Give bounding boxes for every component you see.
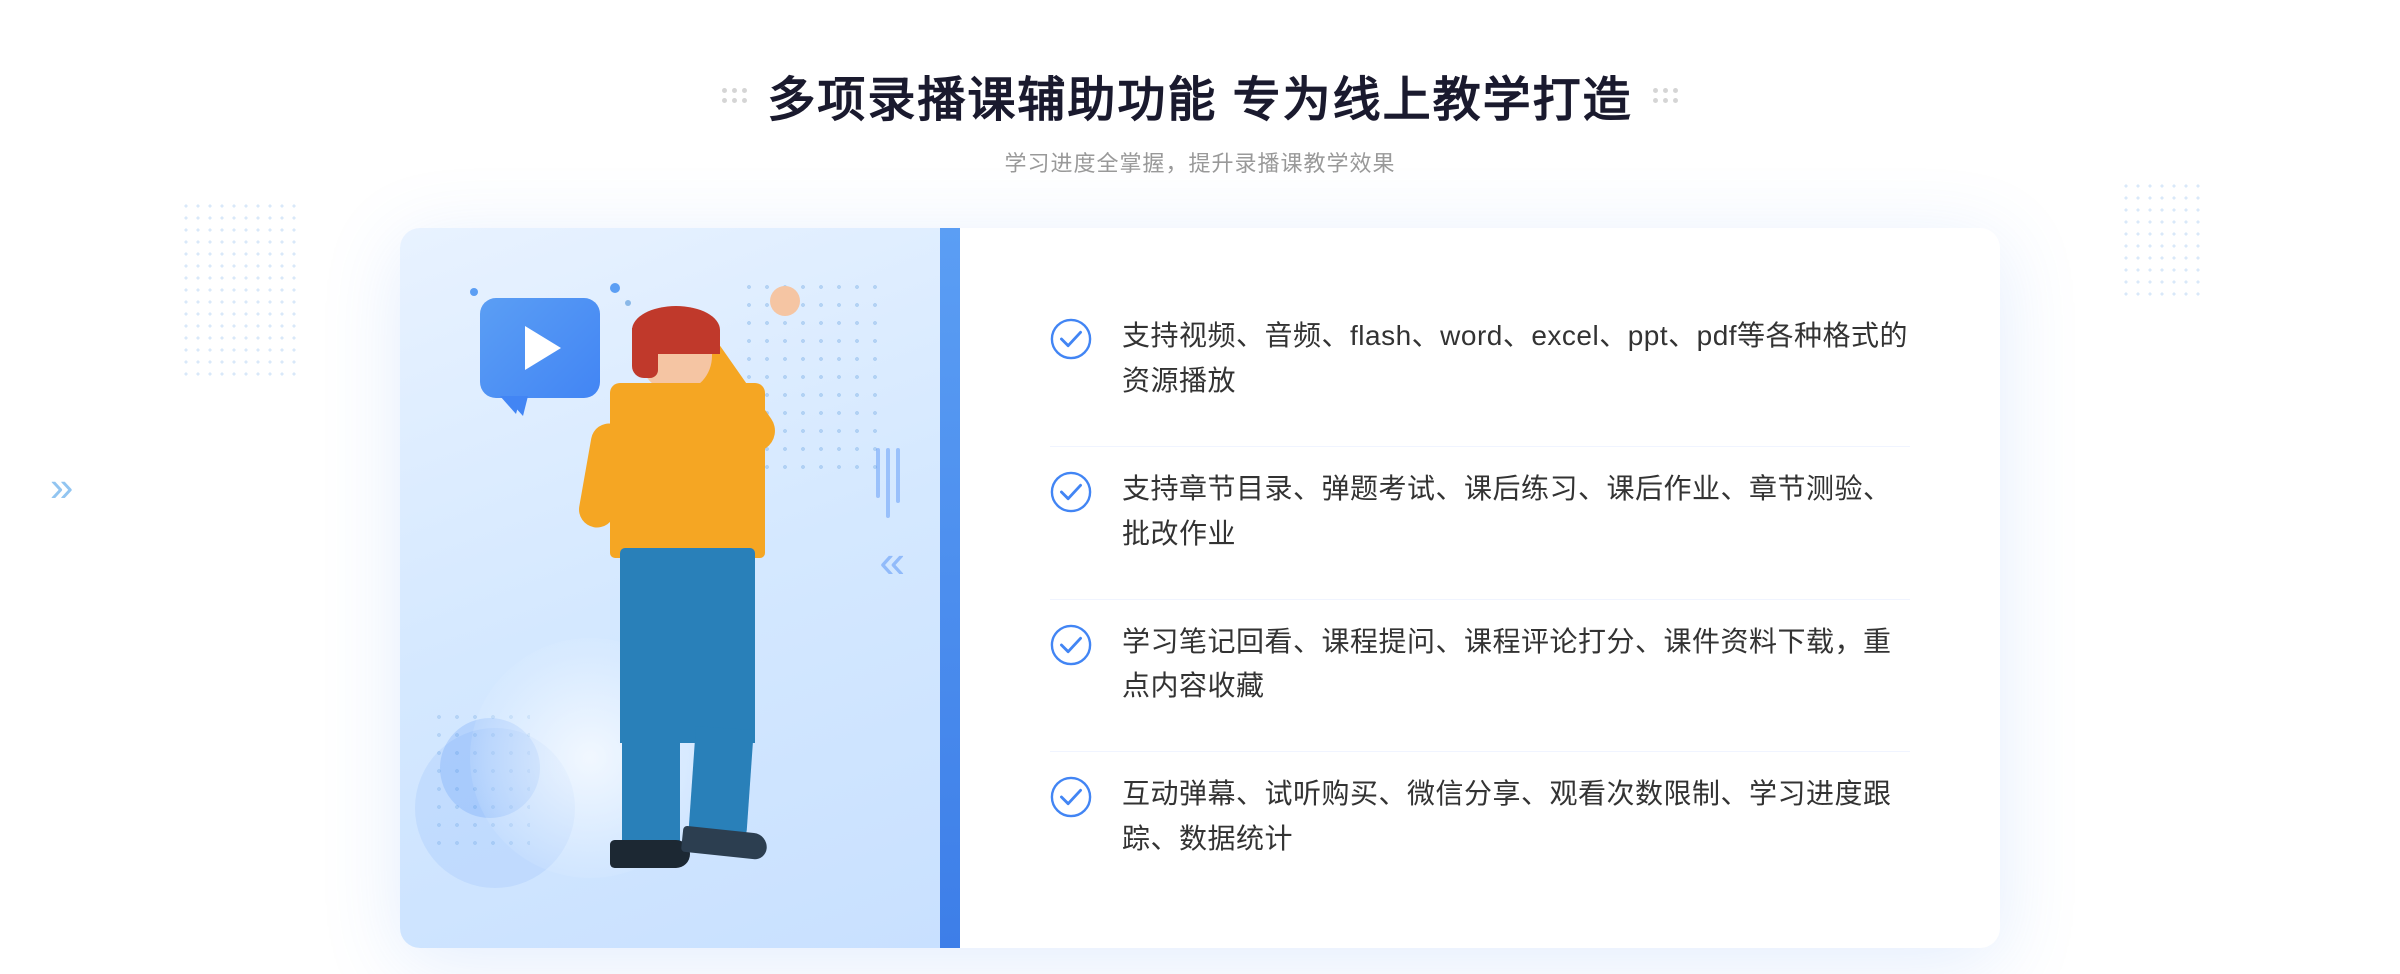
vert-line-1 bbox=[876, 448, 880, 498]
feature-item-2: 支持章节目录、弹题考试、课后练习、课后作业、章节测验、批改作业 bbox=[1050, 446, 1910, 577]
bubble-tail bbox=[500, 396, 521, 414]
vert-line-2 bbox=[886, 448, 890, 518]
title-row: 多项录播课辅助功能 专为线上教学打造 bbox=[722, 60, 1677, 130]
left-chevron-icon: » bbox=[50, 463, 73, 511]
play-button-bubble bbox=[480, 298, 600, 398]
page-container: » 多项录播课辅助功能 专为线上教学打造 bbox=[0, 0, 2400, 974]
check-icon-4 bbox=[1050, 776, 1092, 818]
char-hair-side bbox=[632, 328, 658, 378]
char-leg-right bbox=[688, 726, 754, 840]
feature-item-4: 互动弹幕、试听购买、微信分享、观看次数限制、学习进度跟踪、数据统计 bbox=[1050, 751, 1910, 882]
check-icon-2 bbox=[1050, 471, 1092, 513]
vert-line-3 bbox=[896, 448, 900, 503]
char-pants bbox=[620, 548, 755, 743]
feature-item-3: 学习笔记回看、课程提问、课程评论打分、课件资料下载，重点内容收藏 bbox=[1050, 599, 1910, 730]
sparkle-dot-3 bbox=[625, 300, 631, 306]
vertical-lines-decoration bbox=[876, 448, 900, 518]
title-dots-right bbox=[1653, 88, 1678, 103]
char-shoe-right bbox=[681, 826, 768, 861]
header-section: 多项录播课辅助功能 专为线上教学打造 学习进度全掌握，提升录播课教学效果 bbox=[722, 60, 1677, 178]
char-leg-left bbox=[622, 728, 680, 848]
blue-accent-bar bbox=[940, 228, 960, 948]
page-subtitle: 学习进度全掌握，提升录播课教学效果 bbox=[722, 146, 1677, 178]
sparkle-dot-2 bbox=[610, 283, 620, 293]
sparkle-dot-1 bbox=[470, 288, 478, 296]
check-icon-1 bbox=[1050, 318, 1092, 360]
page-title: 多项录播课辅助功能 专为线上教学打造 bbox=[767, 60, 1632, 130]
bg-chevron-icon: « bbox=[879, 538, 905, 584]
check-icon-3 bbox=[1050, 624, 1092, 666]
feature-text-3: 学习笔记回看、课程提问、课程评论打分、课件资料下载，重点内容收藏 bbox=[1122, 620, 1910, 710]
feature-text-4: 互动弹幕、试听购买、微信分享、观看次数限制、学习进度跟踪、数据统计 bbox=[1122, 772, 1910, 862]
feature-text-2: 支持章节目录、弹题考试、课后练习、课后作业、章节测验、批改作业 bbox=[1122, 467, 1910, 557]
feature-text-1: 支持视频、音频、flash、word、excel、ppt、pdf等各种格式的资源… bbox=[1122, 314, 1910, 404]
play-triangle-icon bbox=[525, 326, 561, 370]
decorative-dots-left bbox=[180, 200, 300, 380]
char-shoe-left bbox=[610, 840, 690, 868]
decorative-dots-right bbox=[2120, 180, 2200, 300]
char-body bbox=[610, 383, 765, 558]
char-hand-right bbox=[770, 286, 800, 316]
features-panel: 支持视频、音频、flash、word、excel、ppt、pdf等各种格式的资源… bbox=[960, 228, 2000, 948]
title-dots-left bbox=[722, 88, 747, 103]
main-card: « bbox=[400, 228, 2000, 948]
feature-item-1: 支持视频、音频、flash、word、excel、ppt、pdf等各种格式的资源… bbox=[1050, 294, 1910, 424]
illustration-panel: « bbox=[400, 228, 960, 948]
